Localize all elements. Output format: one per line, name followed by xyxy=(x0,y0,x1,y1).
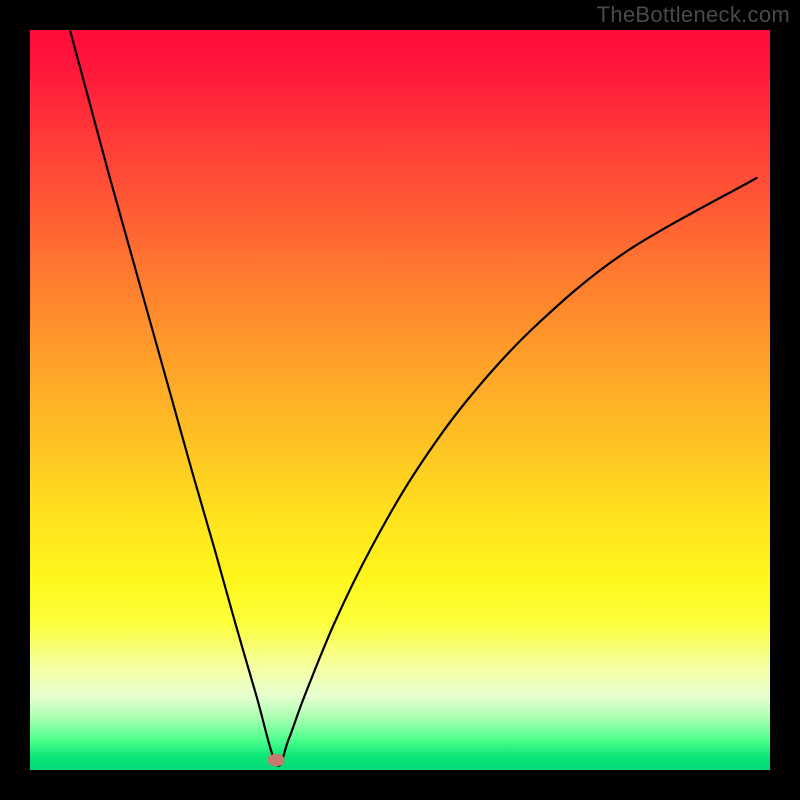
optimum-marker xyxy=(268,754,285,766)
chart-frame: TheBottleneck.com xyxy=(0,0,800,800)
watermark-text: TheBottleneck.com xyxy=(597,2,790,28)
bottleneck-curve-svg xyxy=(30,30,770,770)
bottleneck-curve-path xyxy=(70,30,757,766)
plot-area xyxy=(30,30,770,770)
